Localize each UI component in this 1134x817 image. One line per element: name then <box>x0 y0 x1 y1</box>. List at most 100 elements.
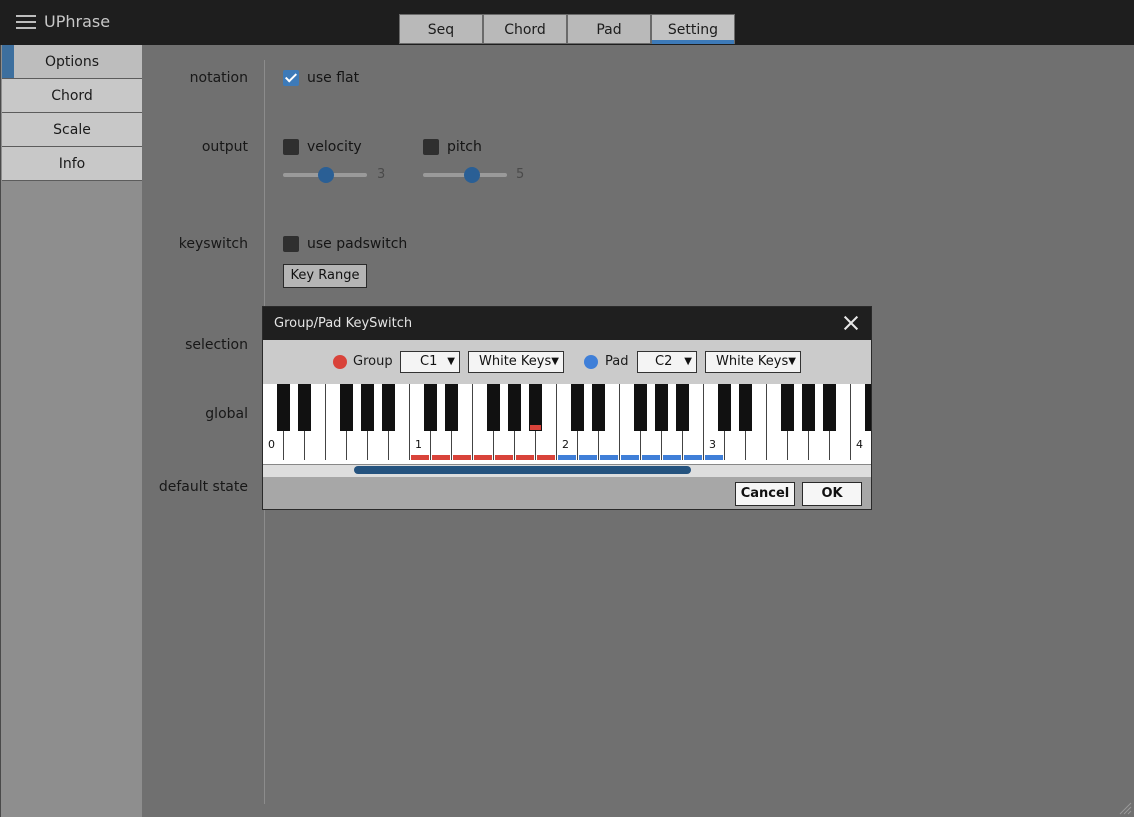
velocity-value: 3 <box>377 167 386 182</box>
black-key[interactable] <box>739 384 752 431</box>
tab-pad[interactable]: Pad <box>567 14 651 44</box>
output-label: output <box>201 139 248 155</box>
octave-label: 3 <box>709 438 716 451</box>
black-key[interactable] <box>823 384 836 431</box>
black-key[interactable] <box>487 384 500 431</box>
black-key[interactable] <box>445 384 458 431</box>
pad-mode-select[interactable]: White Keys ▼ <box>705 351 801 373</box>
black-key[interactable] <box>277 384 290 431</box>
black-key[interactable] <box>676 384 689 431</box>
sidebar-item-chord[interactable]: Chord <box>2 79 142 113</box>
keyswitch-dialog: Group/Pad KeySwitch Group C1 ▼ White Keys… <box>262 306 872 510</box>
pad-color-dot <box>584 355 598 369</box>
cancel-button[interactable]: Cancel <box>735 482 795 506</box>
tab-chord[interactable]: Chord <box>483 14 567 44</box>
group-key-marker <box>516 455 534 460</box>
group-key-marker <box>432 455 450 460</box>
sidebar-item-label: Info <box>58 156 86 172</box>
ok-button[interactable]: OK <box>802 482 862 506</box>
black-key[interactable] <box>634 384 647 431</box>
dropdown-arrow-icon: ▼ <box>684 356 692 367</box>
use-flat-checkbox[interactable] <box>283 70 299 86</box>
black-key[interactable] <box>655 384 668 431</box>
octave-label: 4 <box>856 438 863 451</box>
sidebar-item-options[interactable]: Options <box>2 45 142 79</box>
group-note-select[interactable]: C1 ▼ <box>400 351 460 373</box>
pitch-checkbox[interactable] <box>423 139 439 155</box>
black-key[interactable] <box>340 384 353 431</box>
velocity-slider-thumb[interactable] <box>318 167 334 183</box>
sidebar-item-scale[interactable]: Scale <box>2 113 142 147</box>
group-key-marker <box>537 455 555 460</box>
dialog-title: Group/Pad KeySwitch <box>274 316 413 331</box>
pad-key-marker <box>642 455 660 460</box>
group-mode-select[interactable]: White Keys ▼ <box>468 351 564 373</box>
pad-key-marker <box>705 455 723 460</box>
group-key-marker <box>411 455 429 460</box>
sidebar: Options Chord Scale Info <box>0 45 142 817</box>
tab-label: Setting <box>667 22 719 38</box>
velocity-checkbox[interactable] <box>283 139 299 155</box>
black-key[interactable] <box>298 384 311 431</box>
group-mode-value: White Keys <box>479 354 552 369</box>
notation-label: notation <box>189 70 248 86</box>
dialog-controls: Group C1 ▼ White Keys ▼ Pad C2 ▼ White Keys… <box>263 340 871 384</box>
velocity-label: velocity <box>307 139 362 155</box>
sidebar-item-info[interactable]: Info <box>2 147 142 181</box>
sidebar-item-label: Options <box>44 54 100 70</box>
group-label: Group <box>353 354 393 369</box>
black-key[interactable] <box>865 384 871 431</box>
octave-label: 2 <box>562 438 569 451</box>
dropdown-arrow-icon: ▼ <box>788 356 796 367</box>
active-tab-indicator <box>652 40 734 44</box>
black-key[interactable] <box>508 384 521 431</box>
black-key[interactable] <box>529 384 542 431</box>
black-key[interactable] <box>571 384 584 431</box>
pitch-slider-thumb[interactable] <box>464 167 480 183</box>
group-note-value: C1 <box>420 354 438 369</box>
pad-note-value: C2 <box>655 354 673 369</box>
black-key[interactable] <box>802 384 815 431</box>
tab-label: Seq <box>427 22 455 38</box>
selection-label: selection <box>185 337 248 353</box>
key-range-button[interactable]: Key Range <box>283 264 367 288</box>
close-icon[interactable] <box>841 313 861 333</box>
black-key[interactable] <box>361 384 374 431</box>
black-key[interactable] <box>781 384 794 431</box>
default-state-label: default state <box>158 479 248 495</box>
active-indicator <box>2 45 14 78</box>
piano-keyboard[interactable]: 0 1 2 3 4 <box>263 384 871 464</box>
black-key[interactable] <box>718 384 731 431</box>
tab-label: Pad <box>596 22 622 38</box>
group-key-marker <box>495 455 513 460</box>
use-padswitch-label: use padswitch <box>307 236 408 252</box>
pitch-label: pitch <box>447 139 482 155</box>
hamburger-menu-icon[interactable] <box>16 15 36 31</box>
tab-setting[interactable]: Setting <box>651 14 735 44</box>
keyboard-scrollbar-thumb[interactable] <box>354 466 691 474</box>
pad-key-marker <box>558 455 576 460</box>
black-key[interactable] <box>382 384 395 431</box>
pad-key-marker <box>684 455 702 460</box>
resize-grip-icon[interactable] <box>1118 801 1132 815</box>
pad-mode-value: White Keys <box>716 354 789 369</box>
global-label: global <box>205 406 248 422</box>
pitch-value: 5 <box>516 167 525 182</box>
dropdown-arrow-icon: ▼ <box>551 356 559 367</box>
dropdown-arrow-icon: ▼ <box>447 356 455 367</box>
keyswitch-label: keyswitch <box>178 236 248 252</box>
pad-label: Pad <box>605 354 629 369</box>
octave-label: 0 <box>268 438 275 451</box>
pad-key-marker <box>621 455 639 460</box>
sidebar-item-label: Chord <box>51 88 93 104</box>
tab-label: Chord <box>504 22 546 38</box>
pad-key-marker <box>600 455 618 460</box>
black-key[interactable] <box>424 384 437 431</box>
sidebar-item-label: Scale <box>53 122 91 138</box>
black-key[interactable] <box>592 384 605 431</box>
app-title: UPhrase <box>44 12 111 31</box>
group-key-marker <box>474 455 492 460</box>
pad-note-select[interactable]: C2 ▼ <box>637 351 697 373</box>
use-padswitch-checkbox[interactable] <box>283 236 299 252</box>
tab-seq[interactable]: Seq <box>399 14 483 44</box>
